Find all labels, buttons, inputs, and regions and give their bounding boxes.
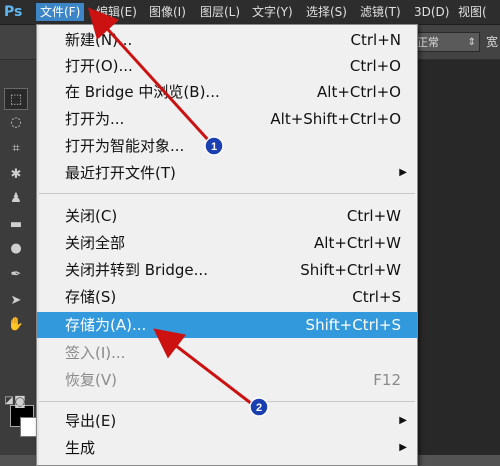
arrow-to-file-menu — [87, 7, 212, 144]
step-badge-1: 1 — [204, 136, 224, 156]
annotation-overlay: 1 2 — [87, 7, 269, 417]
step-badge-2: 2 — [249, 397, 269, 417]
arrow-to-save-as — [153, 328, 253, 406]
step-badge-2-number: 2 — [256, 402, 262, 414]
step-badge-1-number: 1 — [211, 141, 217, 153]
